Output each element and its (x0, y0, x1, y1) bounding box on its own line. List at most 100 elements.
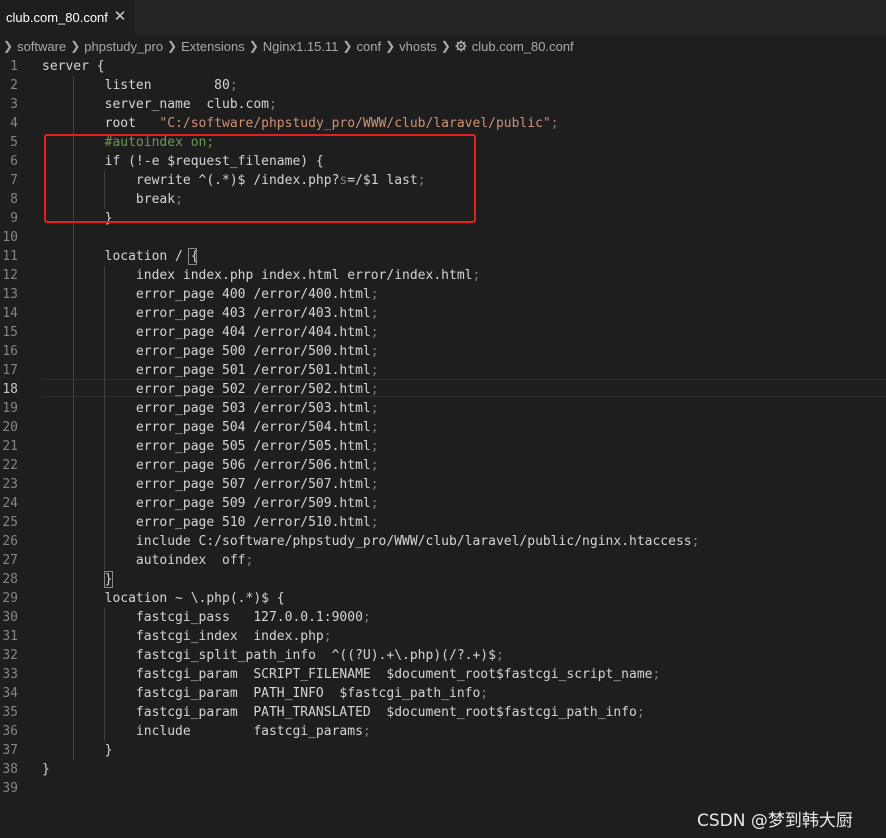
code-token: fastcgi_param PATH_INFO $fastcgi_path_in… (42, 686, 481, 701)
code-token: ; (370, 363, 379, 378)
breadcrumb-item-vhosts[interactable]: vhosts (399, 39, 437, 54)
line-number: 27 (2, 553, 18, 568)
code-token: ; (370, 496, 379, 511)
code-line: error_page 505 /error/505.html; (42, 437, 379, 456)
code-token: error_page 509 /error/509.html (42, 496, 371, 511)
code-token: ; (362, 610, 371, 625)
tab-club-conf[interactable]: club.com_80.conf ✕ (0, 0, 134, 35)
code-token: error_page 502 /error/502.html (42, 382, 371, 397)
line-number: 25 (2, 515, 18, 530)
line-number: 13 (2, 287, 18, 302)
code-line: } (42, 741, 113, 760)
line-number: 21 (2, 439, 18, 454)
code-token: ; (636, 705, 645, 720)
breadcrumb-item-file[interactable]: club.com_80.conf (472, 39, 574, 54)
code-token: ; (362, 724, 371, 739)
code-line: error_page 403 /error/403.html; (42, 304, 379, 323)
line-number: 2 (10, 78, 18, 93)
code-token: ; (229, 78, 238, 93)
code-token: listen 80 (42, 78, 230, 93)
code-line: error_page 500 /error/500.html; (42, 342, 379, 361)
code-token: ; (323, 629, 332, 644)
line-number: 5 (10, 135, 18, 150)
chevron-right-icon: ❯ (3, 39, 14, 53)
chevron-right-icon: ❯ (385, 39, 396, 53)
code-token: error_page 506 /error/506.html (42, 458, 371, 473)
line-number: 16 (2, 344, 18, 359)
line-number: 36 (2, 724, 18, 739)
breadcrumb-item-nginx[interactable]: Nginx1.15.11 (263, 39, 339, 54)
code-line: fastcgi_param SCRIPT_FILENAME $document_… (42, 665, 660, 684)
line-number: 26 (2, 534, 18, 549)
breadcrumb-item-conf[interactable]: conf (356, 39, 381, 54)
line-number: 11 (2, 249, 18, 264)
line-number: 10 (2, 230, 18, 245)
code-token: ; (370, 344, 379, 359)
code-token: fastcgi_param SCRIPT_FILENAME $document_… (42, 667, 653, 682)
code-token: error_page 507 /error/507.html (42, 477, 371, 492)
chevron-right-icon: ❯ (167, 39, 178, 53)
line-number: 4 (10, 116, 18, 131)
code-token: error_page 400 /error/400.html (42, 287, 371, 302)
code-editor[interactable]: 1 2 3 4 5 6 7 8 9 10 11 12 13 14 15 16 17 18 19 20 21 22 23 24 2… (0, 57, 886, 838)
breadcrumb-item-phpstudy[interactable]: phpstudy_pro (84, 39, 163, 54)
breadcrumb-item-extensions[interactable]: Extensions (181, 39, 245, 54)
code-token: ; (652, 667, 661, 682)
code-line: error_page 507 /error/507.html; (42, 475, 379, 494)
code-line: error_page 503 /error/503.html; (42, 399, 379, 418)
line-number: 32 (2, 648, 18, 663)
line-number: 14 (2, 306, 18, 321)
code-token: ; (370, 382, 379, 397)
code-token: fastcgi_param PATH_TRANSLATED $document_… (42, 705, 637, 720)
code-token: ; (480, 686, 489, 701)
bracket-match-close (104, 571, 113, 588)
code-token: server_name club.com (42, 97, 269, 112)
line-number: 38 (2, 762, 18, 777)
line-number: 19 (2, 401, 18, 416)
code-token: server { (42, 59, 105, 74)
code-token: error_page 500 /error/500.html (42, 344, 371, 359)
code-token: ; (245, 553, 254, 568)
code-token: ; (370, 420, 379, 435)
code-token: error_page 404 /error/404.html (42, 325, 371, 340)
line-number: 37 (2, 743, 18, 758)
code-token: include fastcgi_params (42, 724, 363, 739)
line-number: 31 (2, 629, 18, 644)
line-number: 35 (2, 705, 18, 720)
code-token: } (42, 762, 50, 777)
code-line: fastcgi_index index.php; (42, 627, 332, 646)
gear-icon (455, 40, 467, 52)
line-number: 15 (2, 325, 18, 340)
code-token: "C:/software/phpstudy_pro/WWW/club/larav… (159, 116, 551, 131)
code-token: error_page 503 /error/503.html (42, 401, 371, 416)
code-token: autoindex off (42, 553, 246, 568)
code-token: ; (495, 648, 504, 663)
tab-label: club.com_80.conf (6, 10, 108, 25)
close-icon[interactable]: ✕ (112, 8, 128, 26)
line-number: 29 (2, 591, 18, 606)
line-number: 6 (10, 154, 18, 169)
line-number: 1 (10, 59, 18, 74)
code-token: error_page 505 /error/505.html (42, 439, 371, 454)
chevron-right-icon: ❯ (248, 39, 259, 53)
code-line: error_page 501 /error/501.html; (42, 361, 379, 380)
code-line: index index.php index.html error/index.h… (42, 266, 480, 285)
line-number: 20 (2, 420, 18, 435)
line-number: 34 (2, 686, 18, 701)
line-number: 39 (2, 781, 18, 796)
line-number: 23 (2, 477, 18, 492)
code-token: location ~ \.php(.*)$ { (42, 591, 285, 606)
code-line: server { (42, 57, 105, 76)
code-token: } (42, 572, 113, 587)
breadcrumb-item-software[interactable]: software (17, 39, 66, 54)
code-line: autoindex off; (42, 551, 253, 570)
line-number: 22 (2, 458, 18, 473)
line-number: 18 (2, 382, 18, 397)
line-number: 24 (2, 496, 18, 511)
chevron-right-icon: ❯ (342, 39, 353, 53)
code-token: root (42, 116, 160, 131)
code-token: error_page 501 /error/501.html (42, 363, 371, 378)
code-line: error_page 506 /error/506.html; (42, 456, 379, 475)
chevron-right-icon: ❯ (70, 39, 81, 53)
code-token: ; (370, 439, 379, 454)
